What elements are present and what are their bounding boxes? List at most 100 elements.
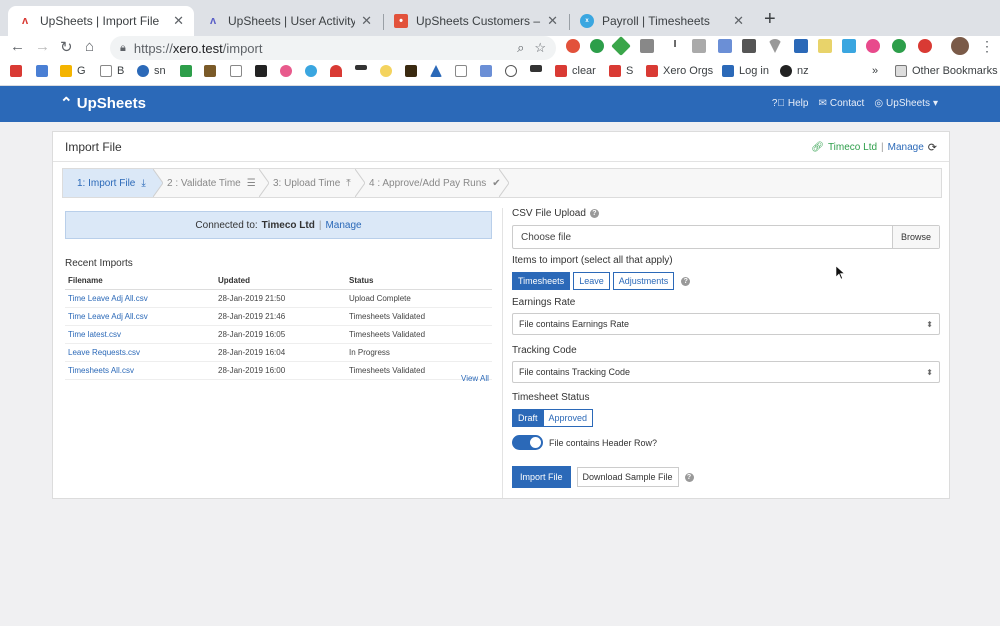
home-icon[interactable]: ⌂ <box>85 38 94 55</box>
forward-arrow-icon[interactable]: → <box>35 38 50 55</box>
extension-icon[interactable] <box>718 39 732 53</box>
filename-link[interactable]: Time Leave Adj All.csv <box>65 307 215 326</box>
upsheets-favicon-icon: ʌ <box>21 15 29 27</box>
extension-icon[interactable]: I <box>668 39 682 53</box>
nav-help[interactable]: ?⃝ Help <box>772 98 809 109</box>
bookmark-search[interactable] <box>455 65 472 77</box>
bookmark-plex[interactable] <box>255 65 272 77</box>
tab-upsheets-customers[interactable]: • UpSheets Customers – Google ✕ <box>384 6 568 36</box>
bookmark-tv[interactable] <box>204 65 221 77</box>
tab-title: UpSheets | User Activity <box>228 14 356 28</box>
filename-link[interactable]: Time Leave Adj All.csv <box>65 289 215 308</box>
bookmark-nz[interactable]: nz <box>780 65 809 77</box>
tab-upsheets-user-activity[interactable]: ʌ UpSheets | User Activity ✕ <box>196 6 382 36</box>
view-all-link[interactable]: View All <box>461 374 489 383</box>
adjustments-toggle[interactable]: Adjustments <box>612 272 675 290</box>
step-upload-time[interactable]: 3: Upload Time ⤒ <box>269 169 359 197</box>
step-approve-pay-runs[interactable]: 4 : Approve/Add Pay Runs ✔ <box>365 169 503 197</box>
nav-contact[interactable]: ✉ Contact <box>818 98 864 109</box>
back-arrow-icon[interactable]: ← <box>10 38 25 55</box>
zoom-icon[interactable]: ⌕ <box>517 40 524 56</box>
filename-link[interactable]: Time latest.csv <box>65 325 215 344</box>
bookmark-plant[interactable] <box>430 65 447 77</box>
extension-icon[interactable] <box>692 39 706 53</box>
step-import-file[interactable]: 1: Import File ⤓ <box>63 169 153 197</box>
tracking-code-select[interactable]: File contains Tracking Code ⬍ <box>512 361 940 383</box>
bookmark-cloud[interactable] <box>330 65 347 77</box>
bookmark-doc[interactable] <box>230 65 247 77</box>
nav-account[interactable]: ◎ UpSheets ▾ <box>874 98 938 109</box>
reload-icon[interactable]: ↻ <box>60 38 73 56</box>
new-tab-icon[interactable]: + <box>764 8 776 31</box>
bookmark-gmail[interactable] <box>10 65 27 77</box>
extension-icon[interactable] <box>866 39 880 53</box>
bookmark-sky[interactable] <box>355 65 372 70</box>
extension-icon[interactable] <box>818 39 832 53</box>
status-draft-button[interactable]: Draft <box>512 409 544 427</box>
tab-upsheets-import[interactable]: ʌ UpSheets | Import File ✕ <box>8 6 194 36</box>
refresh-icon[interactable]: ⟳ <box>928 141 937 154</box>
help-icon[interactable]: ? <box>589 209 599 218</box>
bookmark-clock[interactable] <box>505 65 522 77</box>
bookmark-label: Other Bookmarks <box>912 65 998 77</box>
status-approved-button[interactable]: Approved <box>543 409 594 427</box>
bookmark-sn[interactable]: sn <box>137 65 166 77</box>
tab-payroll-timesheets[interactable]: x Payroll | Timesheets ✕ <box>570 6 754 36</box>
close-tab-icon[interactable]: ✕ <box>733 13 744 29</box>
extension-icon[interactable] <box>611 36 631 56</box>
filename-link[interactable]: Timesheets All.csv <box>65 361 215 380</box>
timesheets-toggle[interactable]: Timesheets <box>512 272 571 290</box>
close-tab-icon[interactable]: ✕ <box>173 13 184 29</box>
manage-link[interactable]: Manage <box>888 142 924 153</box>
bookmark-calendar[interactable] <box>36 65 53 77</box>
extension-icon[interactable] <box>742 39 756 53</box>
help-icon[interactable]: ? <box>681 276 691 286</box>
bookmark-xero-orgs[interactable]: Xero Orgs <box>646 65 713 77</box>
other-bookmarks[interactable]: Other Bookmarks <box>895 65 998 77</box>
extension-icon[interactable] <box>768 39 782 53</box>
bookmark-card[interactable] <box>530 65 547 72</box>
close-tab-icon[interactable]: ✕ <box>547 13 558 29</box>
download-sample-button[interactable]: Download Sample File <box>576 467 679 487</box>
extension-icon[interactable] <box>892 39 906 53</box>
import-file-button[interactable]: Import File <box>512 466 571 488</box>
address-bar[interactable]: 🔒︎ https://xero.test/import ⌕ ☆ <box>110 36 556 60</box>
extension-icon[interactable] <box>640 39 654 53</box>
bookmark-sun[interactable] <box>380 65 397 77</box>
help-icon[interactable]: ? <box>684 472 694 482</box>
bookmark-star-icon[interactable]: ☆ <box>534 40 546 56</box>
connected-manage-link[interactable]: Manage <box>325 220 361 231</box>
org-name[interactable]: Timeco Ltd <box>828 142 877 153</box>
header-row-switch[interactable] <box>512 435 543 450</box>
bookmark-log-in[interactable]: Log in <box>722 65 769 77</box>
brand-logo[interactable]: ⌃ UpSheets <box>60 94 146 112</box>
bookmark-s[interactable]: S <box>609 65 633 77</box>
items-to-import-label: Items to import (select all that apply) <box>512 255 673 266</box>
earnings-rate-select[interactable]: File contains Earnings Rate ⬍ <box>512 313 940 335</box>
bookmark-sheets[interactable] <box>180 65 197 77</box>
more-menu-icon[interactable]: ⋮ <box>980 38 994 55</box>
url-scheme: https:// <box>133 40 173 56</box>
timesheet-status-group: Draft Approved <box>512 409 594 427</box>
bookmark-xero[interactable] <box>305 65 322 77</box>
bookmark-dark[interactable] <box>405 65 422 77</box>
step-validate-time[interactable]: 2 : Validate Time ☰ <box>163 169 263 197</box>
extension-icon[interactable] <box>918 39 932 53</box>
bookmark-b[interactable]: B <box>100 65 124 77</box>
leave-toggle[interactable]: Leave <box>573 272 610 290</box>
bookmark-window[interactable] <box>480 65 497 77</box>
bookmarks-overflow[interactable]: » <box>872 65 878 77</box>
extension-icon[interactable] <box>794 39 808 53</box>
bookmark-clear[interactable]: clear <box>555 65 596 77</box>
close-tab-icon[interactable]: ✕ <box>361 13 372 29</box>
bookmark-g[interactable]: G <box>60 65 86 77</box>
extension-icon[interactable] <box>566 39 580 53</box>
extension-icon[interactable] <box>590 39 604 53</box>
file-input[interactable]: Choose file Browse <box>512 225 940 249</box>
bookmark-pin[interactable] <box>280 65 297 77</box>
extension-icon[interactable] <box>842 39 856 53</box>
connection-banner: Connected to: Timeco Ltd | Manage <box>65 211 492 239</box>
browse-button[interactable]: Browse <box>892 226 939 248</box>
profile-avatar[interactable] <box>951 37 969 55</box>
filename-link[interactable]: Leave Requests.csv <box>65 343 215 362</box>
